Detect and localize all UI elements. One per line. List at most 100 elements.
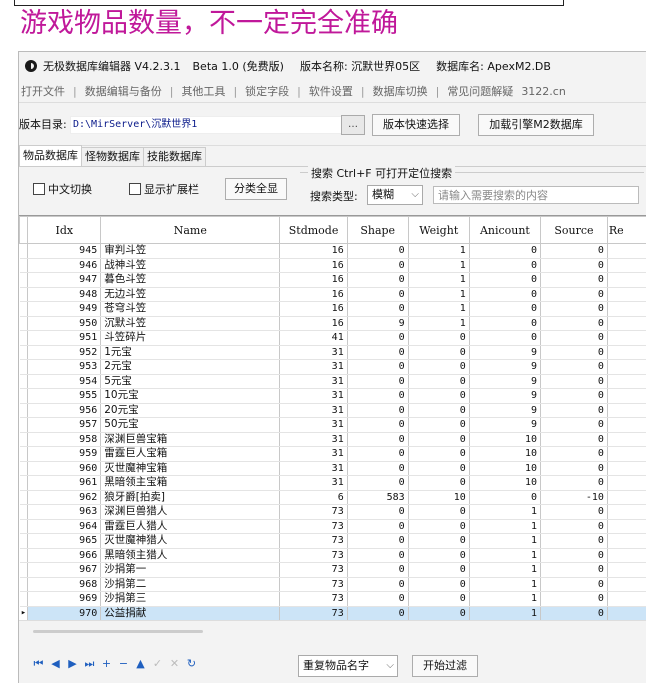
cell-anicount[interactable]: 1 — [469, 519, 540, 534]
row-indicator[interactable] — [20, 258, 28, 273]
cell-anicount[interactable]: 1 — [469, 548, 540, 563]
menu-lock-fields[interactable]: 锁定字段 — [245, 83, 289, 99]
cell-source[interactable]: 0 — [540, 534, 607, 549]
cell-shape[interactable]: 0 — [347, 403, 408, 418]
cell-name[interactable]: 审判斗笠 — [101, 244, 280, 259]
last-icon[interactable]: ⏭ — [83, 658, 96, 670]
row-indicator[interactable] — [20, 287, 28, 302]
cell-stdmode[interactable]: 73 — [280, 563, 347, 578]
checkbox-box[interactable] — [129, 183, 141, 195]
row-indicator[interactable] — [20, 577, 28, 592]
menu-db-switch[interactable]: 数据库切换 — [373, 83, 428, 99]
cell-re[interactable] — [607, 418, 646, 433]
cell-idx[interactable]: 951 — [28, 331, 101, 346]
cell-stdmode[interactable]: 31 — [280, 432, 347, 447]
col-source[interactable]: Source — [540, 217, 607, 244]
table-row[interactable]: 95620元宝310090 — [20, 403, 646, 418]
cell-shape[interactable]: 0 — [347, 331, 408, 346]
cell-weight[interactable]: 0 — [408, 563, 469, 578]
row-indicator[interactable] — [20, 447, 28, 462]
cell-shape[interactable]: 0 — [347, 374, 408, 389]
cell-weight[interactable]: 1 — [408, 287, 469, 302]
cell-anicount[interactable]: 9 — [469, 345, 540, 360]
cell-re[interactable] — [607, 476, 646, 491]
cell-shape[interactable]: 0 — [347, 476, 408, 491]
table-row[interactable]: 959雷霆巨人宝箱3100100 — [20, 447, 646, 462]
table-row[interactable]: 968沙捐第二730010 — [20, 577, 646, 592]
tab-skills-db[interactable]: 技能数据库 — [143, 147, 206, 166]
cell-stdmode[interactable]: 73 — [280, 505, 347, 520]
table-row[interactable]: 945审判斗笠160100 — [20, 244, 646, 259]
cell-anicount[interactable]: 10 — [469, 461, 540, 476]
cell-shape[interactable]: 0 — [347, 287, 408, 302]
table-row[interactable]: 962狼牙爵[拍卖]6583100-10 — [20, 490, 646, 505]
row-indicator[interactable] — [20, 316, 28, 331]
cell-shape[interactable]: 0 — [347, 548, 408, 563]
row-indicator[interactable] — [20, 389, 28, 404]
cell-re[interactable] — [607, 563, 646, 578]
col-shape[interactable]: Shape — [347, 217, 408, 244]
cell-anicount[interactable]: 9 — [469, 389, 540, 404]
cell-stdmode[interactable]: 73 — [280, 548, 347, 563]
cell-idx[interactable]: 966 — [28, 548, 101, 563]
duplicate-filter-select[interactable]: 重复物品名字 ⌵ — [298, 655, 398, 677]
cell-shape[interactable]: 0 — [347, 302, 408, 317]
cell-name[interactable]: 10元宝 — [101, 389, 280, 404]
cell-idx[interactable]: 969 — [28, 592, 101, 607]
cell-weight[interactable]: 0 — [408, 505, 469, 520]
cell-weight[interactable]: 0 — [408, 432, 469, 447]
next-icon[interactable]: ▶ — [66, 658, 79, 670]
cell-stdmode[interactable]: 73 — [280, 577, 347, 592]
cell-idx[interactable]: 948 — [28, 287, 101, 302]
cell-stdmode[interactable]: 6 — [280, 490, 347, 505]
cell-name[interactable]: 雷霆巨人宝箱 — [101, 447, 280, 462]
menu-settings[interactable]: 软件设置 — [309, 83, 353, 99]
row-indicator[interactable] — [20, 302, 28, 317]
cell-stdmode[interactable]: 31 — [280, 447, 347, 462]
cell-name[interactable]: 战神斗笠 — [101, 258, 280, 273]
check-icon[interactable]: ✓ — [151, 658, 164, 670]
tab-items-db[interactable]: 物品数据库 — [19, 145, 82, 166]
cell-stdmode[interactable]: 31 — [280, 374, 347, 389]
col-weight[interactable]: Weight — [408, 217, 469, 244]
menu-site[interactable]: 3122.cn — [521, 85, 566, 98]
row-indicator[interactable] — [20, 519, 28, 534]
row-indicator[interactable] — [20, 432, 28, 447]
cell-re[interactable] — [607, 302, 646, 317]
cell-source[interactable]: 0 — [540, 345, 607, 360]
cell-anicount[interactable]: 0 — [469, 287, 540, 302]
cell-weight[interactable]: 0 — [408, 577, 469, 592]
cell-shape[interactable]: 0 — [347, 432, 408, 447]
cell-shape[interactable]: 0 — [347, 592, 408, 607]
table-row[interactable]: 966黑暗领主猎人730010 — [20, 548, 646, 563]
cell-source[interactable]: 0 — [540, 606, 607, 621]
cell-idx[interactable]: 958 — [28, 432, 101, 447]
prev-icon[interactable]: ◀ — [49, 658, 62, 670]
cell-weight[interactable]: 10 — [408, 490, 469, 505]
cell-idx[interactable]: 956 — [28, 403, 101, 418]
cell-anicount[interactable]: 0 — [469, 331, 540, 346]
cell-shape[interactable]: 0 — [347, 345, 408, 360]
cell-anicount[interactable]: 1 — [469, 563, 540, 578]
cell-stdmode[interactable]: 31 — [280, 476, 347, 491]
col-stdmode[interactable]: Stdmode — [280, 217, 347, 244]
cell-re[interactable] — [607, 374, 646, 389]
cell-idx[interactable]: 960 — [28, 461, 101, 476]
cell-anicount[interactable]: 0 — [469, 273, 540, 288]
cell-weight[interactable]: 0 — [408, 519, 469, 534]
cell-name[interactable]: 5元宝 — [101, 374, 280, 389]
cell-name[interactable]: 灭世魔神猎人 — [101, 534, 280, 549]
cell-source[interactable]: 0 — [540, 331, 607, 346]
cell-shape[interactable]: 9 — [347, 316, 408, 331]
cell-idx[interactable]: 963 — [28, 505, 101, 520]
cell-stdmode[interactable]: 16 — [280, 244, 347, 259]
cell-name[interactable]: 沙捐第一 — [101, 563, 280, 578]
cell-source[interactable]: 0 — [540, 476, 607, 491]
cell-re[interactable] — [607, 534, 646, 549]
cell-source[interactable]: -10 — [540, 490, 607, 505]
dir-path-input[interactable]: D:\MirServer\沉默世界1 — [70, 116, 344, 134]
tab-monsters-db[interactable]: 怪物数据库 — [81, 147, 144, 166]
cell-weight[interactable]: 0 — [408, 548, 469, 563]
table-row[interactable]: 946战神斗笠160100 — [20, 258, 646, 273]
cell-source[interactable]: 0 — [540, 374, 607, 389]
